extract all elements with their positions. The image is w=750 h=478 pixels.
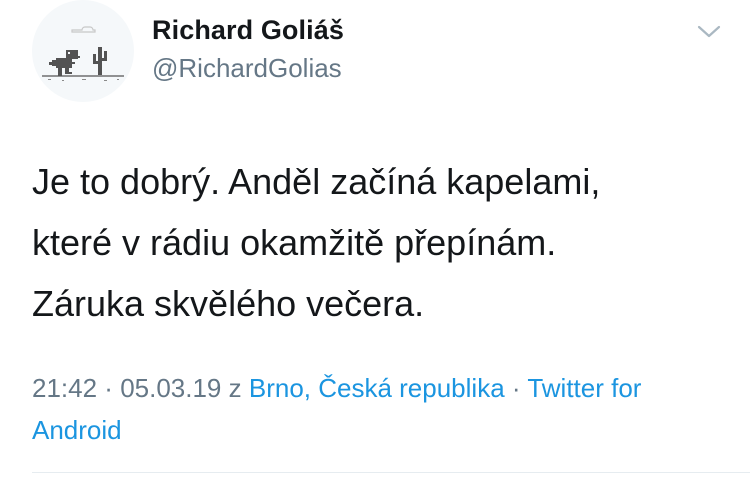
separator-dot: · xyxy=(504,373,528,403)
divider xyxy=(32,472,750,473)
tweet-line: které v rádiu okamžitě přepínám. xyxy=(32,222,557,263)
location-preposition: z xyxy=(221,373,249,403)
dino-cactus-icon xyxy=(42,26,124,81)
tweet-time[interactable]: 21:42 xyxy=(32,373,97,403)
tweet-line: Záruka skvělého večera. xyxy=(32,283,425,324)
tweet-date[interactable]: 05.03.19 xyxy=(120,373,221,403)
avatar[interactable] xyxy=(32,0,134,102)
display-name[interactable]: Richard Goliáš xyxy=(152,15,344,46)
tweet-metadata: 21:42 · 05.03.19 z Brno, Česká republika… xyxy=(32,367,722,451)
user-handle[interactable]: @RichardGolias xyxy=(152,53,342,84)
separator-dot: · xyxy=(97,373,121,403)
tweet-line: Je to dobrý. Anděl začíná kapelami, xyxy=(32,161,601,202)
location-link[interactable]: Brno, Česká republika xyxy=(249,373,505,403)
tweet-text: Je to dobrý. Anděl začíná kapelami, kter… xyxy=(32,151,722,334)
chevron-down-icon[interactable] xyxy=(695,22,723,42)
